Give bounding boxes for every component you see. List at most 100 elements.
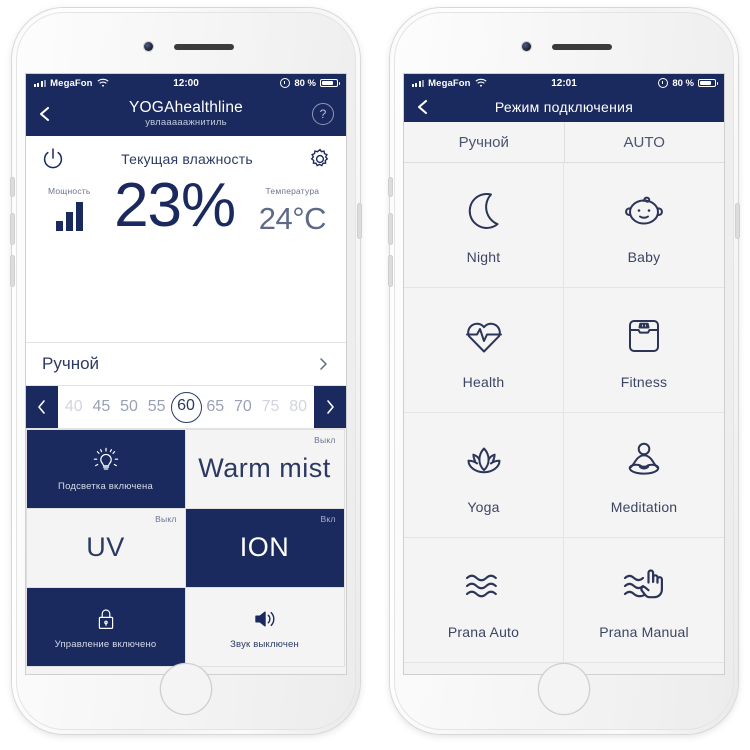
home-button[interactable] <box>539 664 589 714</box>
volume-up-button[interactable] <box>11 214 14 244</box>
tile-label: Подсветка включена <box>58 480 153 492</box>
tile-warm-mist[interactable]: Выкл Warm mist <box>184 428 345 509</box>
tab-manual[interactable]: Ручной <box>404 122 564 162</box>
readout-row: Мощность 23% Температура 24°C <box>26 172 346 237</box>
humidity-panel: Текущая влажность Мощность 23% Температу… <box>26 136 346 342</box>
slider-value[interactable]: 80 <box>284 398 312 416</box>
mode-label: Yoga <box>467 499 500 515</box>
tile-title: UV <box>86 532 125 562</box>
waves-hand-icon <box>618 560 670 612</box>
connection-mode-tabs: Ручной AUTO <box>404 122 724 163</box>
signal-bars-icon <box>48 201 91 231</box>
slider-value[interactable]: 75 <box>257 398 285 416</box>
tile-label: Управление включено <box>54 638 157 650</box>
tile-uv[interactable]: Выкл UV <box>26 507 186 588</box>
power-button[interactable] <box>736 204 739 238</box>
mode-cell-meditation[interactable]: Meditation <box>564 413 724 538</box>
slider-next-button[interactable] <box>314 386 346 428</box>
slider-value-selected[interactable]: 60 <box>170 391 202 423</box>
page-subtitle: увлааааажнитиль <box>145 117 227 129</box>
slider-value[interactable]: 55 <box>143 398 171 416</box>
battery-percent-label: 80 % <box>294 77 316 89</box>
tile-backlight[interactable]: Подсветка включена <box>26 428 186 509</box>
slider-track[interactable]: 40 45 50 55 60 65 70 75 80 <box>58 386 314 428</box>
power-button[interactable] <box>358 204 361 238</box>
temperature-readout: Температура 24°C <box>258 186 327 237</box>
humidity-readout: 23% <box>114 175 236 237</box>
panel-title: Текущая влажность <box>121 151 253 167</box>
screen-right: MegaFon 12:01 80 % Режим подключения Руч… <box>404 74 724 674</box>
mode-label: Prana Auto <box>447 624 520 640</box>
nav-bar-left: YOGAhealthline увлааааажнитиль ? <box>26 92 346 136</box>
slider-value[interactable]: 50 <box>115 398 143 416</box>
mode-cell-night[interactable]: Night <box>404 163 564 288</box>
tile-label: Звук выключен <box>230 638 299 650</box>
mute-switch[interactable] <box>11 178 14 196</box>
moon-icon <box>458 185 510 237</box>
mode-label: Prana Manual <box>599 624 689 640</box>
battery-icon <box>320 78 340 88</box>
tab-auto[interactable]: AUTO <box>563 122 725 162</box>
heart-pulse-icon <box>458 310 510 362</box>
status-right-group: 80 % <box>658 78 718 89</box>
mode-cell-yoga[interactable]: Yoga <box>404 413 564 538</box>
temperature-value: 24°C <box>258 201 327 236</box>
slider-prev-button[interactable] <box>26 386 58 428</box>
page-title: YOGAhealthline <box>129 99 243 117</box>
power-icon[interactable] <box>40 146 66 172</box>
panel-header: Текущая влажность <box>26 136 346 172</box>
volume-up-button[interactable] <box>389 214 392 244</box>
toggle-tile-grid: Подсветка включена Выкл Warm mist Выкл U… <box>26 428 346 667</box>
mode-label: Night <box>466 249 501 265</box>
status-bar-left: MegaFon 12:00 80 % <box>26 74 346 92</box>
phone-right: MegaFon 12:01 80 % Режим подключения Руч… <box>389 8 739 734</box>
tile-state: Вкл <box>320 513 336 524</box>
slider-value[interactable]: 65 <box>202 398 230 416</box>
power-label: Мощность <box>48 186 91 196</box>
two-phone-mockup: MegaFon 12:00 80 % YOGAhealthline увлааа… <box>0 0 750 750</box>
slider-value[interactable]: 40 <box>60 398 88 416</box>
slider-value[interactable]: 45 <box>88 398 116 416</box>
front-camera-icon <box>144 42 153 51</box>
humidity-slider[interactable]: 40 45 50 55 60 65 70 75 80 <box>26 385 346 429</box>
phone-left: MegaFon 12:00 80 % YOGAhealthline увлааа… <box>11 8 361 734</box>
mode-cell-prana-auto[interactable]: Prana Auto <box>404 538 564 663</box>
lotus-flower-icon <box>458 435 510 487</box>
humidity-value: 23% <box>114 171 236 240</box>
mode-selector-row[interactable]: Ручной <box>26 342 346 385</box>
help-circle-icon[interactable]: ? <box>312 103 334 125</box>
mode-cell-prana-manual[interactable]: Prana Manual <box>564 538 724 663</box>
screen-left: MegaFon 12:00 80 % YOGAhealthline увлааа… <box>26 74 346 674</box>
lightbulb-icon <box>91 446 121 476</box>
tile-ion[interactable]: Вкл ION <box>184 507 345 588</box>
mode-cell-health[interactable]: Health <box>404 288 564 413</box>
home-button[interactable] <box>161 664 211 714</box>
gear-icon[interactable] <box>308 147 332 171</box>
mute-switch[interactable] <box>389 178 392 196</box>
volume-down-button[interactable] <box>11 256 14 286</box>
chevron-left-icon[interactable] <box>36 105 54 123</box>
tile-sound[interactable]: Звук выключен <box>184 586 345 667</box>
chevron-right-icon[interactable] <box>316 357 330 371</box>
mode-cell-baby[interactable]: Baby <box>564 163 724 288</box>
battery-icon <box>698 78 718 88</box>
tile-state: Выкл <box>314 434 336 445</box>
speaker-icon <box>250 604 280 634</box>
volume-down-button[interactable] <box>389 256 392 286</box>
mode-grid: Night Baby Health Fitness Yoga Meditatio… <box>404 163 724 663</box>
earpiece-speaker <box>552 44 612 50</box>
mode-label: Meditation <box>610 499 678 515</box>
meditation-person-icon <box>618 435 670 487</box>
tile-state: Выкл <box>155 513 177 524</box>
mode-cell-fitness[interactable]: Fitness <box>564 288 724 413</box>
tile-title: Warm mist <box>198 453 331 483</box>
mode-label: Baby <box>627 249 661 265</box>
baby-face-icon <box>618 185 670 237</box>
weight-scale-icon <box>618 310 670 362</box>
earpiece-speaker <box>174 44 234 50</box>
chevron-left-icon[interactable] <box>414 98 432 116</box>
slider-value[interactable]: 70 <box>229 398 257 416</box>
tile-child-lock[interactable]: Управление включено <box>26 586 186 667</box>
waves-icon <box>458 560 510 612</box>
nav-title-group: YOGAhealthline увлааааажнитиль <box>129 99 243 128</box>
